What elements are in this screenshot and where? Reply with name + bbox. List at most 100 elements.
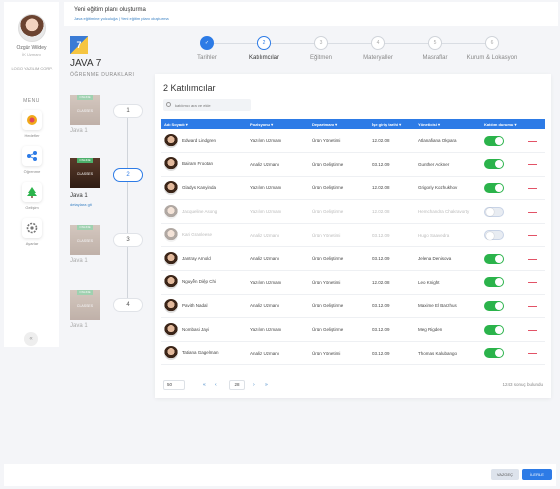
table-row: Kari Granleese Analiz Uzmanı Ürün Yönetimi… — [161, 223, 545, 248]
user-avatar[interactable] — [18, 14, 46, 42]
participant-name: Jacqueline Asong — [182, 208, 218, 214]
breadcrumb[interactable]: Java eğitimine yolculuğa | Yeni eğitim p… — [74, 16, 169, 21]
day-1-button[interactable]: 1 — [113, 104, 143, 118]
step-6-circle[interactable]: 6 — [485, 36, 499, 50]
col-manager[interactable]: Yöneticisi ▾ — [415, 119, 481, 129]
target-icon — [22, 110, 42, 130]
col-hire-date[interactable]: İşe giriş tarihi ▾ — [369, 119, 415, 129]
participant-name: Pavith Nadal — [182, 303, 208, 309]
step-1-circle[interactable]: ✓ — [200, 36, 214, 50]
col-name[interactable]: Adı Soyadı ▾ — [161, 119, 247, 129]
participant-name: Nguyễn Diệp Chi — [182, 279, 217, 285]
participants-title: 2 Katılımcılar — [163, 83, 216, 93]
attendance-toggle[interactable] — [484, 300, 504, 311]
col-department[interactable]: Departmanı ▾ — [309, 119, 369, 129]
col-position[interactable]: Pozisyonu ▾ — [247, 119, 309, 129]
remove-participant-icon[interactable]: — — [528, 277, 537, 287]
nav-label-learning: Öğrenme — [23, 169, 41, 174]
remove-participant-icon[interactable]: — — [528, 183, 537, 193]
department-cell: Ürün Yönetimi — [309, 341, 369, 366]
actions-cell: — — [525, 270, 545, 295]
remove-participant-icon[interactable]: — — [528, 325, 537, 335]
remove-participant-icon[interactable]: — — [528, 301, 537, 311]
table-row: Nguyễn Diệp Chi Yazılım Uzmanı Ürün Yöneti… — [161, 270, 545, 295]
department-cell: Ürün Yönetimi — [309, 129, 369, 154]
hire-date-cell: 03.12.09 — [369, 246, 415, 272]
remove-participant-icon[interactable]: — — [528, 136, 537, 146]
hire-date-cell: 03.12.09 — [369, 223, 415, 248]
department-cell: Ürün Geliştirme — [309, 246, 369, 272]
session-1-tag: ONLINE — [77, 95, 93, 100]
col-attendance[interactable]: Katılım durumu ▾ — [481, 119, 525, 129]
session-3-thumbnail[interactable]: ONLINE CLASSES — [70, 225, 100, 255]
session-4-thumbnail[interactable]: ONLINE CLASSES — [70, 290, 100, 320]
participant-name-cell[interactable]: Nombasi Jayi — [161, 317, 247, 342]
nav-item-learning[interactable]: Öğrenme — [14, 146, 50, 174]
attendance-cell — [481, 129, 525, 154]
attendance-toggle[interactable] — [484, 230, 504, 241]
next-page-button[interactable]: › — [253, 380, 255, 390]
manager-cell: Gunther Ackner — [415, 152, 481, 177]
step-4-circle[interactable]: 4 — [371, 36, 385, 50]
participant-name-cell[interactable]: Jacqueline Asong — [161, 199, 247, 224]
participant-name-cell[interactable]: Gladys Kanyinda — [161, 176, 247, 201]
day-3-button[interactable]: 3 — [113, 233, 143, 247]
page-number-input[interactable]: 28 — [229, 380, 245, 390]
attendance-toggle[interactable] — [484, 348, 504, 359]
user-name[interactable]: Ozgür Wildey — [4, 45, 59, 51]
nav-item-growth[interactable]: Gelişim — [14, 182, 50, 210]
day-2-button[interactable]: 2 — [113, 168, 143, 182]
last-page-button[interactable]: » — [265, 380, 268, 390]
participant-name-cell[interactable]: Tatiana Gagelman — [161, 341, 247, 366]
actions-cell: — — [525, 199, 545, 224]
attendance-toggle[interactable] — [484, 277, 504, 288]
company-selector[interactable]: LOGO YAZILIM CORP. — [10, 66, 54, 71]
session-1-thumbnail[interactable]: ONLINE CLASSES — [70, 95, 100, 125]
step-5-circle[interactable]: 5 — [428, 36, 442, 50]
prev-page-button[interactable]: ‹ — [215, 380, 217, 390]
attendance-cell — [481, 341, 525, 366]
position-cell: Analiz Uzmanı — [247, 246, 309, 272]
manager-cell: Atlanafiana Okpara — [415, 129, 481, 154]
attendance-toggle[interactable] — [484, 182, 504, 193]
department-cell: Ürün Geliştirme — [309, 294, 369, 319]
department-cell: Ürün Geliştirme — [309, 199, 369, 224]
participant-name-cell[interactable]: Nguyễn Diệp Chi — [161, 270, 247, 295]
attendance-toggle[interactable] — [484, 324, 504, 335]
actions-cell: — — [525, 223, 545, 248]
attendance-toggle[interactable] — [484, 159, 504, 170]
cancel-button[interactable]: VAZGEÇ — [491, 469, 519, 480]
schedule-timeline — [127, 110, 128, 310]
participant-search-input[interactable] — [163, 99, 251, 111]
session-2-thumbnail[interactable]: ONLINE CLASSES — [70, 158, 100, 188]
page-size-select[interactable]: 50 — [163, 380, 185, 390]
session-2-details-link[interactable]: detaylara git — [70, 202, 92, 207]
next-button[interactable]: İLERLE — [522, 469, 552, 480]
participant-name: Nombasi Jayi — [182, 326, 210, 332]
nav-item-settings[interactable]: Ayarlar — [14, 218, 50, 246]
position-cell: Analiz Uzmanı — [247, 341, 309, 366]
footer-bar: VAZGEÇ İLERLE — [4, 464, 556, 486]
participant-name-cell[interactable]: Kari Granleese — [161, 223, 247, 248]
attendance-toggle[interactable] — [484, 135, 504, 146]
attendance-toggle[interactable] — [484, 206, 504, 217]
remove-participant-icon[interactable]: — — [528, 159, 537, 169]
day-4-button[interactable]: 4 — [113, 298, 143, 312]
remove-participant-icon[interactable]: — — [528, 254, 537, 264]
hire-date-cell: 03.12.09 — [369, 341, 415, 366]
participant-name-cell[interactable]: Jantray Arnold — [161, 246, 247, 272]
first-page-button[interactable]: « — [203, 380, 206, 390]
step-3-circle[interactable]: 3 — [314, 36, 328, 50]
step-2-circle[interactable]: 2 — [257, 36, 271, 50]
step-6-label[interactable]: Kurum & Lokasyon — [457, 55, 527, 61]
nav-item-goals[interactable]: Hedefler — [14, 110, 50, 138]
participant-name-cell[interactable]: Bairam Frootan — [161, 152, 247, 177]
remove-participant-icon[interactable]: — — [528, 348, 537, 358]
remove-participant-icon[interactable]: — — [528, 207, 537, 217]
participant-name-cell[interactable]: Pavith Nadal — [161, 294, 247, 319]
remove-participant-icon[interactable]: — — [528, 230, 537, 240]
stepper-line — [214, 43, 487, 44]
attendance-toggle[interactable] — [484, 253, 504, 264]
participant-name-cell[interactable]: Edward Lindgren — [161, 129, 247, 154]
sidebar-collapse-button[interactable]: « — [24, 332, 38, 346]
